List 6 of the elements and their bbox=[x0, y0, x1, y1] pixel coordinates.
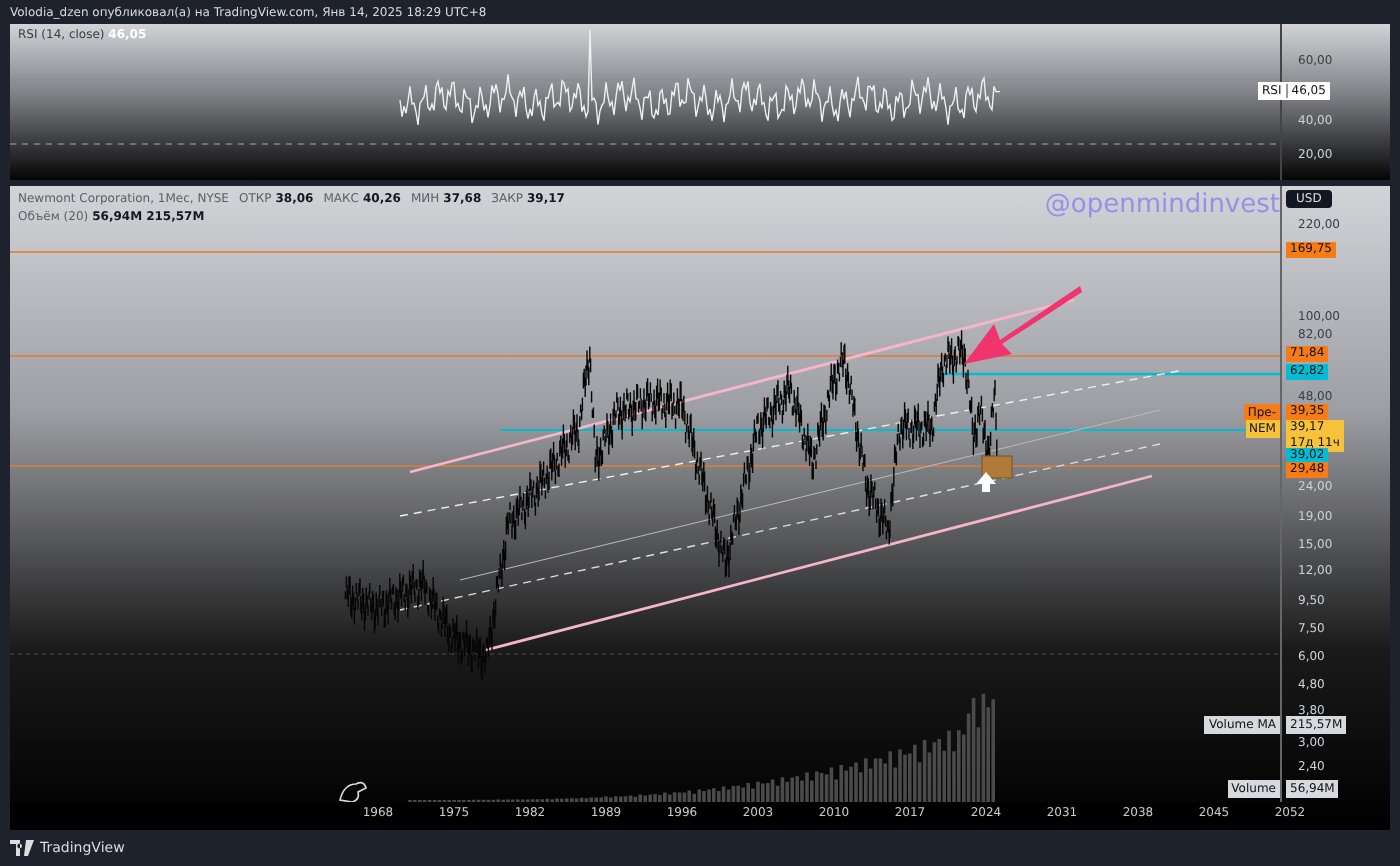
logo-icon bbox=[10, 840, 34, 856]
rectangle-drawing bbox=[981, 455, 1013, 479]
arrow-drawing bbox=[976, 472, 996, 492]
arrow-drawing bbox=[964, 286, 1082, 364]
mascot-icon bbox=[339, 781, 367, 802]
watermark-text: @openmindinvest bbox=[1044, 190, 1280, 220]
